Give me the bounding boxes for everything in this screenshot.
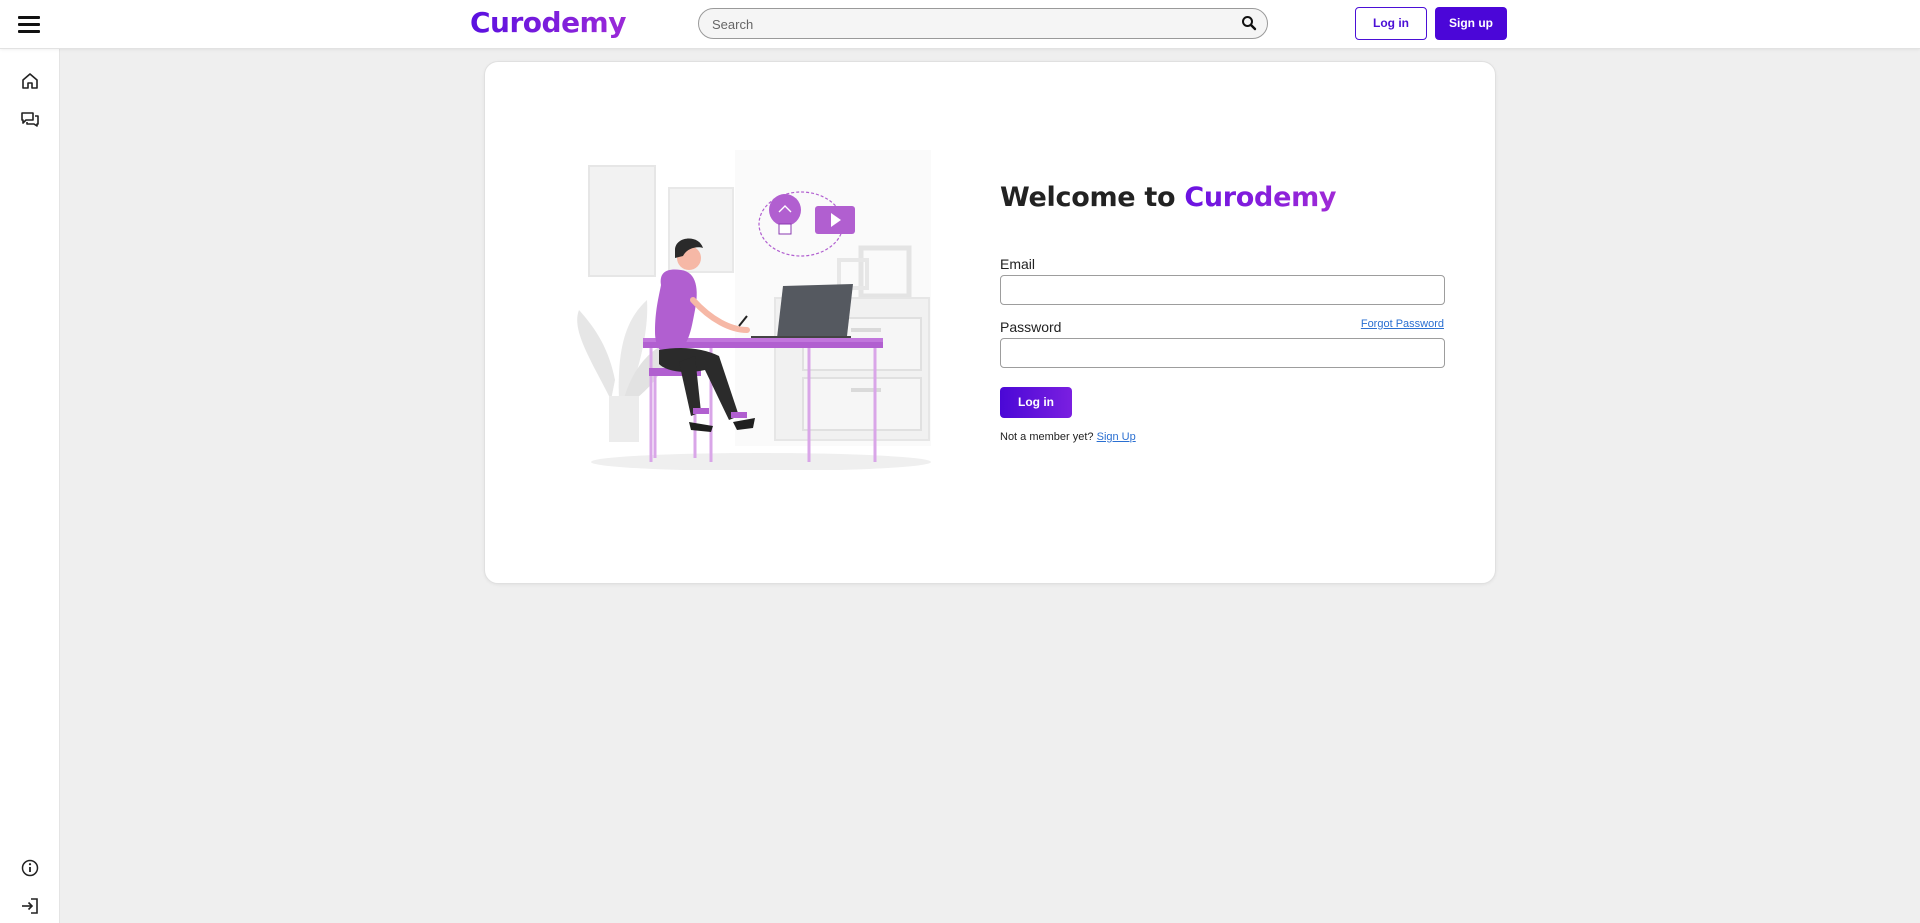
forgot-password-link[interactable]: Forgot Password [1361,318,1444,330]
email-field[interactable] [1000,275,1445,305]
brand-logo[interactable]: Curodemy [470,6,627,39]
desk-illustration [577,150,931,470]
search-bar [698,8,1268,39]
home-icon[interactable] [20,71,40,91]
member-prompt-text: Not a member yet? [1000,431,1094,443]
welcome-brand: Curodemy [1184,182,1337,213]
top-navbar: Curodemy Log in Sign up [0,0,1920,49]
login-button[interactable]: Log in [1355,7,1427,40]
info-icon[interactable] [20,858,40,878]
chat-icon[interactable] [20,110,40,130]
welcome-prefix: Welcome to [1000,182,1176,213]
submit-login-button[interactable]: Log in [1000,387,1072,418]
menu-icon[interactable] [18,14,40,34]
search-input[interactable] [712,14,1232,34]
search-icon[interactable] [1241,15,1257,31]
login-icon[interactable] [20,896,40,916]
password-field[interactable] [1000,338,1445,368]
login-card: Welcome to Curodemy Email Password Forgo… [484,61,1496,584]
welcome-heading: Welcome to Curodemy [1000,182,1337,213]
email-label: Email [1000,256,1036,272]
signup-button[interactable]: Sign up [1435,7,1507,40]
sidebar [0,49,60,923]
signup-link[interactable]: Sign Up [1097,431,1136,443]
password-label: Password [1000,319,1062,335]
signup-prompt: Not a member yet? Sign Up [1000,431,1136,443]
